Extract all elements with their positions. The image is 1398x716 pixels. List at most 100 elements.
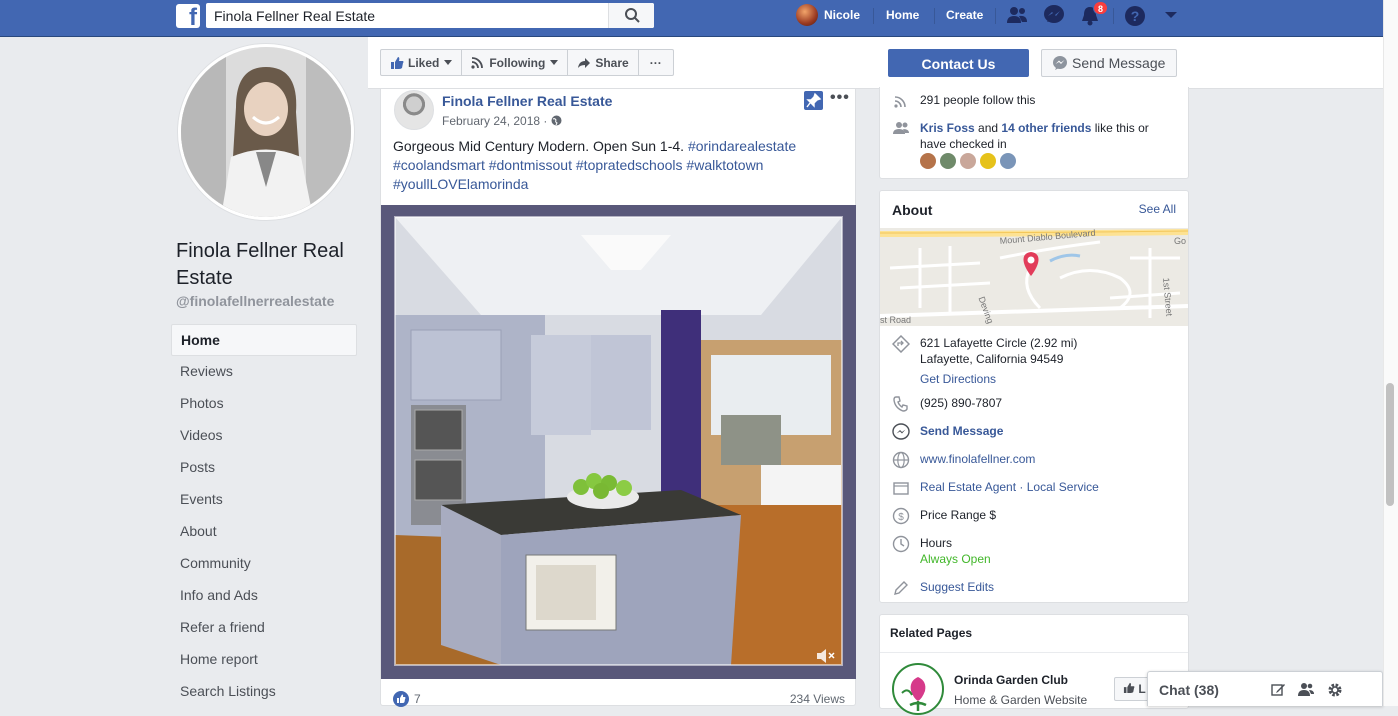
left-nav: Home Reviews Photos Videos Posts Events … [171,324,357,708]
clock-icon [892,535,910,553]
nav-create[interactable]: Create [946,0,983,30]
suggest-edits-link[interactable]: Suggest Edits [920,579,994,595]
phone-number[interactable]: (925) 890-7807 [920,395,1002,411]
help-icon[interactable]: ? [1124,5,1146,27]
hashtag-link[interactable]: #topratedschools [576,157,683,173]
friends-and-text: and [974,121,1002,135]
profile-link[interactable]: Nicole [796,0,860,30]
send-message-link[interactable]: Send Message [920,423,1003,439]
left-nav-item-home[interactable]: Home [171,324,357,356]
thumbs-up-icon [391,57,404,69]
see-all-link[interactable]: See All [1139,202,1176,216]
following-button[interactable]: Following [462,50,569,75]
avatar[interactable] [980,153,996,169]
hashtag-link[interactable]: #youllLOVElamorinda [393,176,528,192]
avatar[interactable] [960,153,976,169]
category-link[interactable]: Real Estate Agent [920,480,1016,494]
thumbs-up-icon [1123,682,1135,693]
related-page-logo[interactable] [892,663,944,715]
related-page-name[interactable]: Orinda Garden Club [954,673,1068,687]
messenger-icon[interactable] [1043,5,1065,25]
map-image: Mount Diablo Boulevard Deving A 1st Stre… [880,228,1188,326]
pin-icon[interactable] [804,91,823,110]
left-nav-item-events[interactable]: Events [171,484,357,516]
caret-down-icon[interactable] [1164,11,1178,19]
like-count[interactable]: 7 [414,692,421,706]
other-friends-link[interactable]: 14 other friends [1001,121,1091,135]
map[interactable]: Mount Diablo Boulevard Deving A 1st Stre… [880,228,1188,326]
left-nav-item-refer-a-friend[interactable]: Refer a friend [171,612,357,644]
page-title: Finola Fellner Real Estate [176,240,344,289]
send-message-button[interactable]: Send Message [1041,49,1177,77]
post-video[interactable] [381,205,856,679]
create-group-icon[interactable] [1298,682,1315,697]
left-nav-item-photos[interactable]: Photos [171,388,357,420]
hashtag-link[interactable]: #coolandsmart [393,157,485,173]
left-nav-item-reviews[interactable]: Reviews [171,356,357,388]
page-handle[interactable]: @finolafellnerrealestate [176,293,334,309]
chat-bar[interactable]: Chat (38) [1147,671,1383,706]
kitchen-photo [381,205,856,679]
more-options-button[interactable]: ··· [639,50,673,75]
friend-link[interactable]: Kris Foss [920,121,975,135]
search-input[interactable] [206,3,606,28]
send-message-label: Send Message [1072,55,1166,71]
avatar [796,4,818,26]
caret-down-icon [550,60,559,65]
search-button[interactable] [608,3,654,28]
nav-home[interactable]: Home [886,0,919,30]
hashtag-link[interactable]: #dontmissout [489,157,572,173]
rss-icon [894,96,906,108]
get-directions-link[interactable]: Get Directions [920,371,996,387]
scrollbar-thumb[interactable] [1386,383,1394,506]
left-nav-item-about[interactable]: About [171,516,357,548]
avatar[interactable] [920,153,936,169]
left-nav-item-posts[interactable]: Posts [171,452,357,484]
directions-icon [892,335,910,353]
top-bar: f Nicole Home Create 8 ? [0,0,1383,37]
share-icon [578,57,591,68]
price-icon: $ [892,507,910,525]
share-button[interactable]: Share [568,50,639,75]
category-icon [893,482,909,495]
globe-icon [551,115,562,126]
avatar[interactable] [940,153,956,169]
liked-button[interactable]: Liked [381,50,463,75]
post-author-avatar[interactable] [394,90,434,130]
left-nav-item-community[interactable]: Community [171,548,357,580]
following-label: Following [489,55,546,70]
post-date[interactable]: February 24, 2018 · [442,114,562,128]
left-nav-item-search-listings[interactable]: Search Listings [171,676,357,708]
messenger-icon [1053,56,1067,70]
hashtag-link[interactable]: #orindarealestate [688,138,796,154]
friends-icon[interactable] [1006,6,1028,24]
facebook-logo[interactable]: f [176,4,200,28]
pinned-post: Finola Fellner Real Estate February 24, … [380,89,856,707]
post-author-name[interactable]: Finola Fellner Real Estate [442,93,612,109]
scrollbar-track[interactable] [1383,0,1398,706]
compose-icon[interactable] [1271,682,1286,697]
address-line-2: Lafayette, California 94549 [920,352,1064,366]
profile-picture[interactable] [178,44,354,220]
nav-home-label: Home [886,8,920,22]
website-link[interactable]: www.finolafellner.com [920,451,1035,467]
avatar[interactable] [1000,153,1016,169]
left-nav-item-home-report[interactable]: Home report [171,644,357,676]
mute-icon[interactable] [815,647,837,665]
left-nav-item-info-and-ads[interactable]: Info and Ads [171,580,357,612]
post-options-icon[interactable]: ••• [830,89,850,107]
about-title: About [892,202,933,218]
caret-down-icon [444,60,453,65]
category-link[interactable]: Local Service [1027,480,1099,494]
price-range: Price Range $ [920,508,997,522]
post-text-body: Gorgeous Mid Century Modern. Open Sun 1-… [393,138,688,154]
contact-us-button[interactable]: Contact Us [888,49,1029,77]
svg-text:?: ? [1131,8,1140,24]
gear-icon[interactable] [1327,682,1343,698]
search-icon [625,8,640,23]
globe-icon [892,451,910,469]
related-pages-title: Related Pages [890,626,973,640]
like-page-label: L [1138,682,1146,696]
hashtag-link[interactable]: #walktotown [686,157,763,173]
left-nav-item-videos[interactable]: Videos [171,420,357,452]
